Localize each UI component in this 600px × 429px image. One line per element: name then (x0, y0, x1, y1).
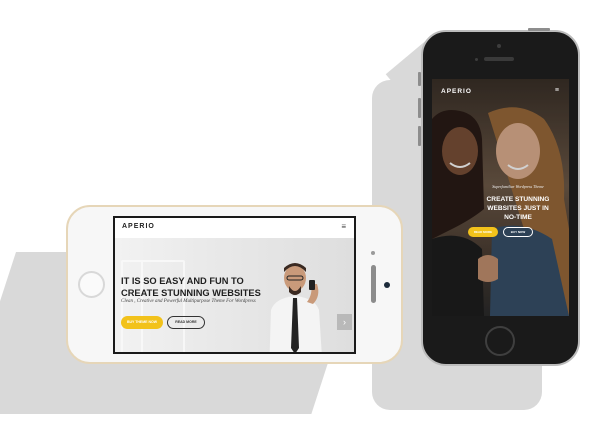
headline-line-1: CREATE STUNNING (486, 196, 550, 203)
buy-now-button[interactable]: BUY NOW (503, 227, 533, 237)
home-button[interactable] (78, 271, 105, 298)
hero-tagline: Superfamiliar Wordpress Theme (492, 184, 544, 189)
front-camera (384, 282, 390, 288)
volume-up-button (418, 98, 421, 118)
navbar: APERIO ≡ (115, 218, 354, 239)
hamburger-icon[interactable]: ≡ (555, 87, 559, 94)
headline-line-2: CREATE STUNNING WEBSITES (121, 288, 261, 298)
headline-line-1: IT IS SO EASY AND FUN TO (121, 276, 244, 286)
power-button (528, 28, 550, 31)
brand-logo[interactable]: APERIO (122, 223, 155, 230)
read-more-button[interactable]: READ MORE (468, 227, 498, 237)
proximity-sensor (475, 58, 478, 61)
slider-dots (495, 307, 507, 316)
hero-headline: IT IS SO EASY AND FUN TO CREATE STUNNING… (121, 275, 281, 299)
headline-line-3: NO-TIME (504, 214, 532, 221)
hamburger-icon[interactable]: ≡ (341, 222, 346, 231)
window-mullion (141, 260, 143, 352)
buy-theme-button[interactable]: BUY THEME NOW (121, 316, 163, 329)
front-camera (497, 44, 501, 48)
businessman-photo (269, 263, 322, 352)
headline-line-2: WEBSITES JUST IN (487, 205, 549, 212)
slider-next-arrow[interactable]: › (337, 314, 352, 330)
mute-switch (418, 72, 421, 86)
read-more-button[interactable]: READ MORE (167, 316, 205, 329)
proximity-sensor (371, 251, 375, 255)
home-button[interactable] (485, 326, 515, 356)
earpiece-speaker (484, 57, 514, 61)
volume-down-button (418, 126, 421, 146)
earpiece-speaker (371, 265, 376, 303)
portrait-screen: APERIO ≡ Superfamiliar Wordpress Theme C… (432, 79, 569, 316)
landscape-screen: APERIO ≡ › IT IS SO EASY AND FUN TO CREA… (113, 216, 356, 354)
hero-subtitle: Clean , Creative and Powerful Multipurpo… (121, 299, 256, 304)
hero-headline: CREATE STUNNING WEBSITES JUST IN NO-TIME (468, 195, 568, 222)
brand-logo[interactable]: APERIO (441, 88, 472, 95)
